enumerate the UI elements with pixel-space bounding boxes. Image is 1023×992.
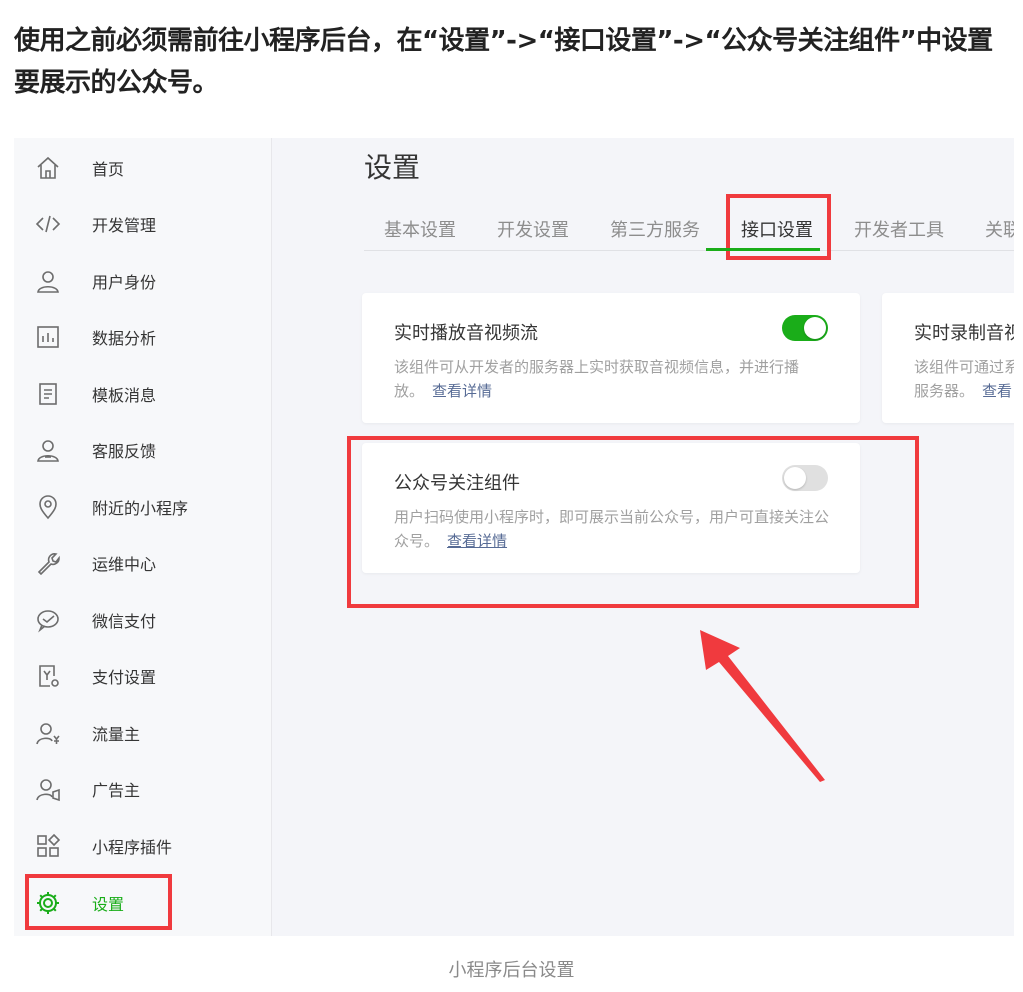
sidebar-item-label: 广告主 xyxy=(92,781,141,800)
card-title: 实时录制音视 xyxy=(914,323,1014,344)
sidebar-item-advertiser[interactable]: 广告主 xyxy=(14,761,271,817)
sidebar-item-user-identity[interactable]: 用户身份 xyxy=(14,253,271,309)
sidebar-item-label: 首页 xyxy=(92,160,125,179)
sidebar-item-customer-service[interactable]: 客服反馈 xyxy=(14,422,271,478)
gear-icon xyxy=(34,889,62,917)
payment-settings-icon xyxy=(34,662,62,690)
advertiser-icon xyxy=(34,775,62,803)
admin-screenshot: 首页 开发管理 用户身份 数据分析 模板消息 客服反馈 附近的小程序 运维中心 … xyxy=(14,138,1014,936)
sidebar-item-label: 运维中心 xyxy=(92,555,157,574)
sidebar-item-label: 支付设置 xyxy=(92,668,157,687)
sidebar-item-label: 模板消息 xyxy=(92,386,157,405)
live-player-toggle[interactable] xyxy=(782,315,828,341)
home-icon xyxy=(34,154,62,182)
user-icon xyxy=(34,267,62,295)
code-icon xyxy=(34,210,62,238)
card-description: 该组件可从开发者的服务器上实时获取音视频信息，并进行播放。 查看详情 xyxy=(394,358,800,400)
sidebar-item-label: 数据分析 xyxy=(92,329,157,348)
traffic-owner-icon xyxy=(34,719,62,747)
location-pin-icon xyxy=(34,493,62,521)
view-details-link[interactable]: 查看详情 xyxy=(447,532,507,550)
tab-interface-settings[interactable]: 接口设置 xyxy=(741,216,813,242)
sidebar-item-home[interactable]: 首页 xyxy=(14,140,271,196)
toggle-knob xyxy=(784,467,806,489)
sidebar-item-label: 附近的小程序 xyxy=(92,499,189,518)
page-title: 设置 xyxy=(364,151,421,184)
bar-chart-icon xyxy=(34,323,62,351)
card-description: 用户扫码使用小程序时，即可展示当前公众号，用户可直接关注公众号。 查看详情 xyxy=(394,508,830,550)
sidebar-item-traffic-owner[interactable]: 流量主 xyxy=(14,705,271,761)
tab-bar: 基本设置 开发设置 第三方服务 接口设置 开发者工具 关联 xyxy=(364,198,1014,251)
sidebar-item-label: 小程序插件 xyxy=(92,838,173,857)
sidebar-item-ops-center[interactable]: 运维中心 xyxy=(14,535,271,591)
support-user-icon xyxy=(34,436,62,464)
sidebar-item-data-analysis[interactable]: 数据分析 xyxy=(14,309,271,365)
plugin-grid-icon xyxy=(34,832,62,860)
sidebar-item-label: 流量主 xyxy=(92,725,141,744)
tab-related[interactable]: 关联 xyxy=(985,216,1014,242)
document-icon xyxy=(34,380,62,408)
sidebar-item-label: 设置 xyxy=(92,895,125,914)
sidebar-item-label: 客服反馈 xyxy=(92,442,157,461)
sidebar-item-dev-manage[interactable]: 开发管理 xyxy=(14,196,271,252)
wrench-icon xyxy=(34,549,62,577)
sidebar-item-settings[interactable]: 设置 xyxy=(14,875,271,931)
image-caption: 小程序后台设置 xyxy=(448,960,575,981)
sidebar-item-label: 开发管理 xyxy=(92,216,157,235)
sidebar-item-pay-settings[interactable]: 支付设置 xyxy=(14,648,271,704)
sidebar-item-wechat-pay[interactable]: 微信支付 xyxy=(14,592,271,648)
main-panel: 设置 基本设置 开发设置 第三方服务 接口设置 开发者工具 关联 实时播放音视频… xyxy=(272,138,1014,936)
card-live-pusher: 实时录制音视 该组件可通过系 服务器。 查看 xyxy=(882,293,1014,423)
card-live-player: 实时播放音视频流 该组件可从开发者的服务器上实时获取音视频信息，并进行播放。 查看… xyxy=(362,293,860,423)
view-details-link[interactable]: 查看 xyxy=(982,382,1012,400)
toggle-knob xyxy=(804,317,826,339)
tab-dev-settings[interactable]: 开发设置 xyxy=(497,216,569,242)
wechat-pay-icon xyxy=(34,606,62,634)
sidebar-item-label: 用户身份 xyxy=(92,273,157,292)
card-title: 公众号关注组件 xyxy=(394,473,520,494)
active-tab-underline xyxy=(706,248,820,251)
official-account-toggle[interactable] xyxy=(782,465,828,491)
tab-third-party[interactable]: 第三方服务 xyxy=(610,216,700,242)
sidebar-item-nearby[interactable]: 附近的小程序 xyxy=(14,479,271,535)
tab-basic-settings[interactable]: 基本设置 xyxy=(384,216,456,242)
sidebar-item-template-msg[interactable]: 模板消息 xyxy=(14,366,271,422)
sidebar-item-label: 微信支付 xyxy=(92,612,157,631)
tab-dev-tools[interactable]: 开发者工具 xyxy=(854,216,944,242)
view-details-link[interactable]: 查看详情 xyxy=(432,382,492,400)
sidebar-item-plugins[interactable]: 小程序插件 xyxy=(14,818,271,874)
sidebar: 首页 开发管理 用户身份 数据分析 模板消息 客服反馈 附近的小程序 运维中心 … xyxy=(14,138,272,936)
intro-text: 使用之前必须需前往小程序后台，在“设置”->“接口设置”->“公众号关注组件”中… xyxy=(14,26,993,98)
card-official-account-follow: 公众号关注组件 用户扫码使用小程序时，即可展示当前公众号，用户可直接关注公众号。… xyxy=(362,443,860,573)
card-description: 该组件可通过系 服务器。 查看 xyxy=(914,358,1014,400)
card-title: 实时播放音视频流 xyxy=(394,323,538,344)
